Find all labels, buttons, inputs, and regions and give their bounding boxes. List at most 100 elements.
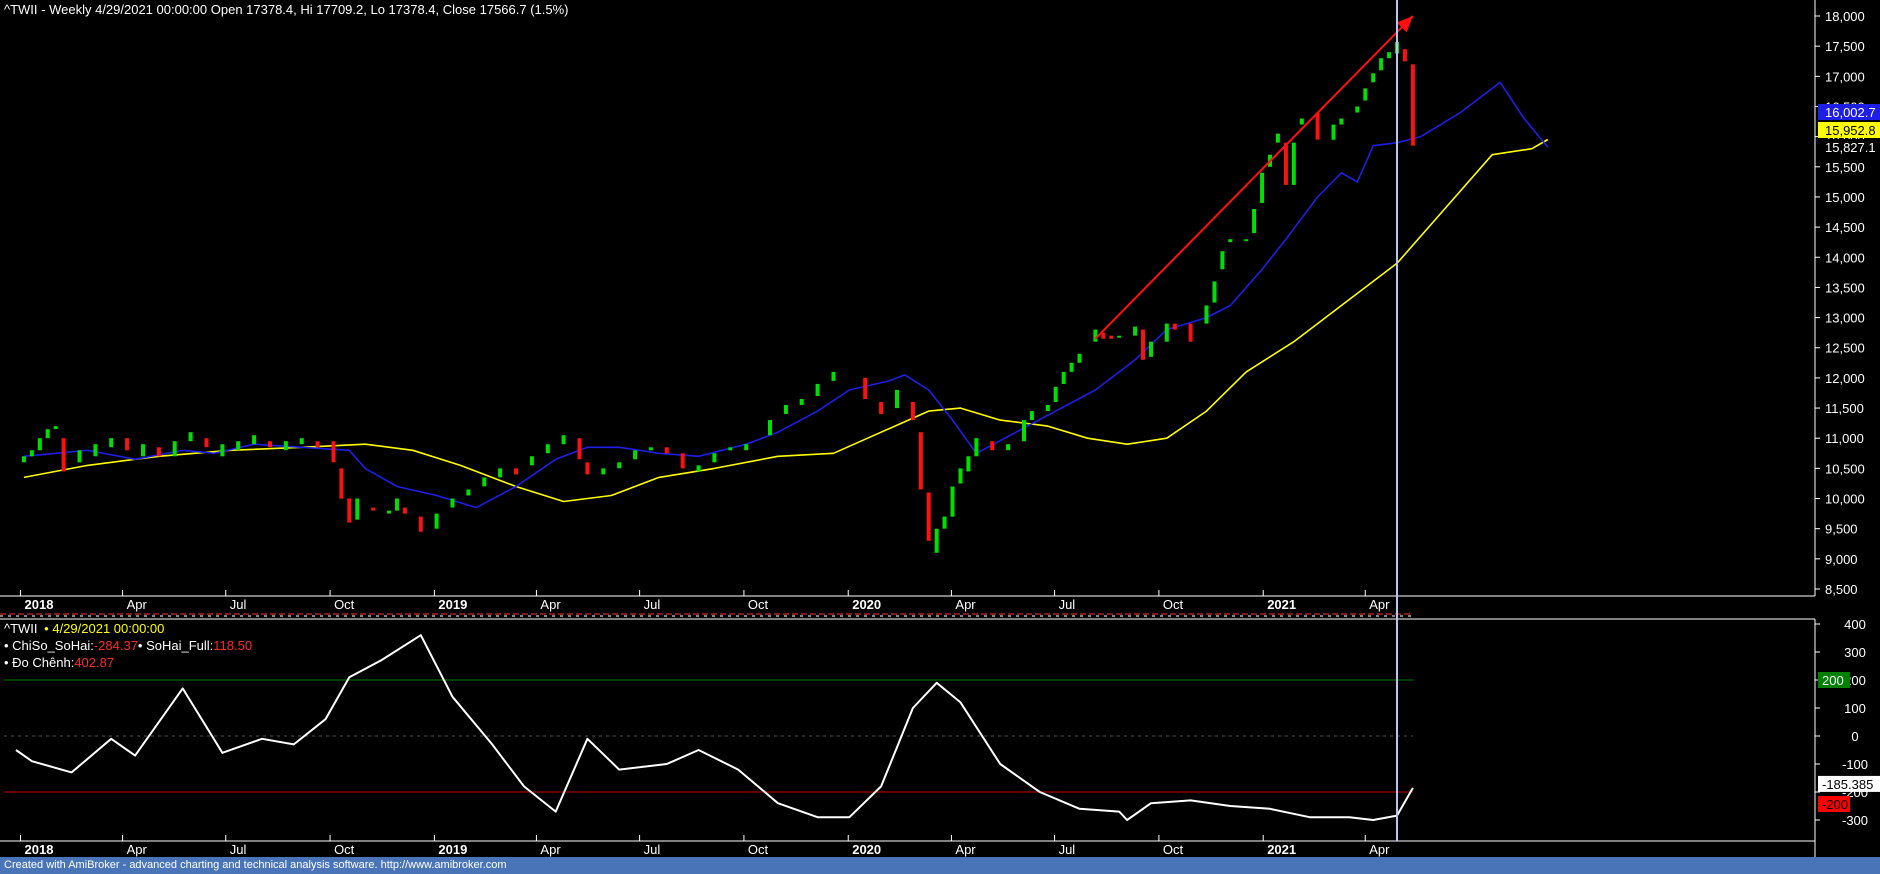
- candle-up[interactable]: [283, 441, 288, 451]
- candle-down[interactable]: [680, 453, 685, 469]
- candle-up[interactable]: [545, 444, 550, 454]
- candle-up[interactable]: [53, 426, 58, 430]
- candle-up[interactable]: [1387, 52, 1392, 59]
- candle-up[interactable]: [1133, 326, 1138, 336]
- candle-up[interactable]: [601, 468, 606, 475]
- candle-down[interactable]: [61, 438, 66, 472]
- candle-up[interactable]: [1117, 335, 1122, 338]
- candle-down[interactable]: [514, 468, 518, 475]
- candle-up[interactable]: [1299, 118, 1304, 125]
- candle-up[interactable]: [109, 438, 114, 448]
- candle-up[interactable]: [1363, 88, 1368, 101]
- candle-down[interactable]: [1172, 323, 1177, 330]
- candle-up[interactable]: [895, 390, 899, 409]
- pane-separator[interactable]: [0, 613, 1880, 620]
- candle-down[interactable]: [402, 507, 407, 514]
- candle-up[interactable]: [1291, 142, 1296, 185]
- candle-up[interactable]: [299, 438, 304, 445]
- candle-up[interactable]: [1061, 371, 1066, 384]
- candle-down[interactable]: [1101, 332, 1106, 339]
- candle-up[interactable]: [1275, 133, 1280, 143]
- candle-up[interactable]: [395, 498, 399, 511]
- candle-up[interactable]: [1252, 209, 1257, 234]
- candle-up[interactable]: [1260, 172, 1265, 203]
- candle-up[interactable]: [648, 447, 653, 451]
- candle-up[interactable]: [617, 462, 622, 469]
- candle-up[interactable]: [188, 432, 193, 442]
- candle-up[interactable]: [799, 399, 804, 405]
- candle-down[interactable]: [918, 432, 923, 490]
- candle-up[interactable]: [1006, 444, 1011, 451]
- candle-up[interactable]: [37, 438, 42, 451]
- candle-up[interactable]: [1379, 58, 1384, 71]
- candle-up[interactable]: [1331, 124, 1336, 140]
- candle-down[interactable]: [1109, 335, 1114, 339]
- candle-up[interactable]: [1228, 239, 1233, 243]
- candle-down[interactable]: [347, 498, 352, 523]
- candle-up[interactable]: [236, 441, 241, 451]
- candle-up[interactable]: [1022, 420, 1026, 442]
- candle-up[interactable]: [1077, 353, 1082, 363]
- candle-up[interactable]: [252, 435, 257, 445]
- candle-down[interactable]: [1283, 142, 1288, 185]
- candle-down[interactable]: [577, 438, 582, 460]
- candle-down[interactable]: [926, 492, 931, 541]
- candle-down[interactable]: [1188, 323, 1193, 342]
- candle-up[interactable]: [831, 371, 836, 381]
- chart-canvas[interactable]: 18,00017,50017,00016,50016,00015,50015,0…: [0, 0, 1880, 874]
- candle-up[interactable]: [974, 438, 979, 457]
- candle-up[interactable]: [958, 468, 963, 484]
- candle-up[interactable]: [934, 528, 939, 553]
- candle-up[interactable]: [434, 513, 439, 529]
- candle-down[interactable]: [371, 507, 376, 511]
- candle-up[interactable]: [1029, 411, 1034, 421]
- candle-down[interactable]: [1402, 49, 1407, 62]
- candle-up[interactable]: [1339, 118, 1344, 125]
- candle-down[interactable]: [331, 441, 336, 463]
- candle-up[interactable]: [1069, 362, 1074, 372]
- candle-up[interactable]: [1149, 341, 1153, 357]
- candle-up[interactable]: [1045, 405, 1050, 411]
- candle-up[interactable]: [561, 435, 566, 445]
- candle-down[interactable]: [315, 441, 320, 448]
- candle-up[interactable]: [77, 450, 82, 463]
- candle-down[interactable]: [863, 377, 868, 399]
- candle-up[interactable]: [712, 453, 717, 463]
- candle-down[interactable]: [879, 402, 884, 415]
- candle-up[interactable]: [1355, 106, 1360, 113]
- candle-up[interactable]: [728, 447, 733, 451]
- candle-up[interactable]: [141, 444, 145, 457]
- candle-up[interactable]: [498, 468, 503, 478]
- candle-down[interactable]: [156, 447, 161, 457]
- candle-up[interactable]: [696, 465, 701, 472]
- candle-up[interactable]: [387, 510, 391, 514]
- candle-down[interactable]: [664, 447, 669, 454]
- candle-up[interactable]: [355, 498, 360, 520]
- candle-up[interactable]: [1093, 329, 1098, 342]
- candle-up[interactable]: [172, 441, 177, 457]
- candle-up[interactable]: [482, 477, 487, 487]
- candle-down[interactable]: [1410, 64, 1415, 146]
- candle-down[interactable]: [125, 438, 130, 451]
- candle-down[interactable]: [339, 468, 344, 499]
- candle-up[interactable]: [1212, 281, 1217, 303]
- candle-up[interactable]: [1053, 386, 1058, 402]
- candle-up[interactable]: [466, 489, 471, 496]
- candle-up[interactable]: [1204, 305, 1209, 324]
- candle-down[interactable]: [268, 441, 272, 448]
- candle-down[interactable]: [1315, 112, 1320, 140]
- candle-up[interactable]: [529, 456, 534, 466]
- candle-up[interactable]: [1164, 323, 1169, 342]
- candle-down[interactable]: [585, 462, 590, 475]
- candle-up[interactable]: [450, 498, 455, 508]
- candle-up[interactable]: [950, 486, 955, 517]
- candle-up[interactable]: [220, 444, 225, 457]
- candle-up[interactable]: [1220, 251, 1225, 270]
- candle-up[interactable]: [942, 516, 947, 529]
- candle-up[interactable]: [93, 444, 98, 457]
- candle-down[interactable]: [1141, 329, 1145, 360]
- candle-up[interactable]: [1371, 73, 1376, 83]
- candle-down[interactable]: [910, 402, 915, 421]
- candle-up[interactable]: [966, 456, 971, 472]
- candle-up[interactable]: [45, 429, 50, 439]
